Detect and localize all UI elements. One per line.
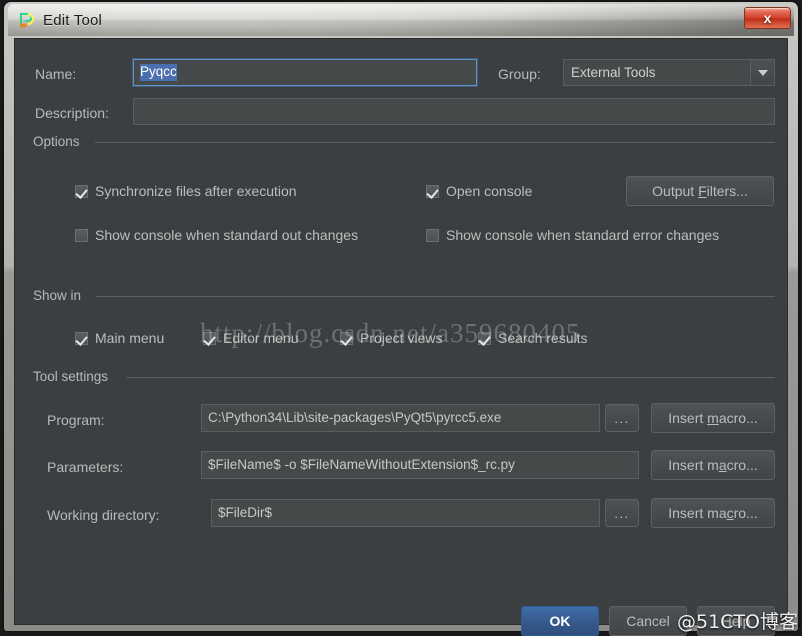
checkbox-search-results[interactable]: Search results: [478, 330, 587, 346]
working-directory-label: Working directory:: [47, 507, 160, 523]
checkbox-editor-menu[interactable]: Editor menu: [203, 330, 298, 346]
output-filters-button[interactable]: Output Filters...: [626, 176, 774, 206]
group-select-value: External Tools: [564, 65, 750, 80]
options-group-separator: Options: [33, 134, 775, 150]
checkbox-label: Project views: [360, 330, 442, 346]
close-icon: x: [764, 11, 772, 25]
name-label: Name:: [35, 66, 76, 82]
name-input[interactable]: Pyqcc: [133, 59, 477, 86]
help-button[interactable]: Help: [697, 606, 775, 636]
checkbox-label: Show console when standard error changes: [446, 227, 719, 243]
ok-label: OK: [550, 613, 571, 629]
dialog-window: Edit Tool x Name: Pyqcc Group: External …: [4, 2, 798, 631]
checkbox-main-menu[interactable]: Main menu: [75, 330, 164, 346]
ok-button[interactable]: OK: [521, 606, 599, 636]
checkbox-box: [75, 332, 88, 345]
window-title: Edit Tool: [43, 12, 102, 29]
checkbox-project-views[interactable]: Project views: [340, 330, 442, 346]
ellipsis-icon: ...: [614, 506, 629, 521]
parameters-insert-macro-button[interactable]: Insert macro...: [651, 450, 775, 480]
checkbox-label: Main menu: [95, 330, 164, 346]
parameters-input-value: $FileName$ -o $FileNameWithoutExtension$…: [208, 458, 515, 472]
mnemonic-c: c: [727, 505, 734, 521]
working-directory-browse-button[interactable]: ...: [605, 499, 639, 527]
parameters-input[interactable]: $FileName$ -o $FileNameWithoutExtension$…: [201, 451, 639, 479]
checkbox-label: Open console: [446, 183, 532, 199]
divider: [96, 296, 775, 297]
program-insert-macro-button[interactable]: Insert macro...: [651, 403, 775, 433]
group-label: Group:: [498, 66, 541, 82]
chevron-down-icon[interactable]: [750, 60, 774, 85]
options-group-title: Options: [33, 134, 87, 149]
ellipsis-icon: ...: [614, 411, 629, 426]
checkbox-box: [478, 332, 491, 345]
tool-settings-group-separator: Tool settings: [33, 369, 775, 385]
checkbox-box: [75, 229, 88, 242]
insert-macro-label: Insert macro...: [668, 505, 757, 521]
working-directory-input[interactable]: $FileDir$: [211, 499, 600, 527]
tool-settings-group-title: Tool settings: [33, 369, 115, 384]
divider: [95, 142, 775, 143]
checkbox-open-console[interactable]: Open console: [426, 183, 532, 199]
title-bar: Edit Tool x: [8, 4, 794, 36]
show-in-group-title: Show in: [33, 288, 88, 303]
working-directory-input-value: $FileDir$: [218, 506, 272, 520]
checkbox-show-console-stderr[interactable]: Show console when standard error changes: [426, 227, 719, 243]
program-browse-button[interactable]: ...: [605, 404, 639, 432]
divider: [126, 377, 775, 378]
mnemonic-m: m: [707, 410, 719, 426]
working-directory-insert-macro-button[interactable]: Insert macro...: [651, 498, 775, 528]
checkbox-label: Search results: [498, 330, 587, 346]
show-in-group-separator: Show in: [33, 288, 775, 304]
checkbox-show-console-stdout[interactable]: Show console when standard out changes: [75, 227, 358, 243]
close-button[interactable]: x: [744, 7, 791, 29]
checkbox-box: [426, 185, 439, 198]
insert-macro-label: Insert macro...: [668, 410, 757, 426]
dialog-body: Name: Pyqcc Group: External Tools Descri…: [14, 38, 788, 625]
cancel-button[interactable]: Cancel: [609, 606, 687, 636]
mnemonic-a: a: [719, 457, 727, 473]
checkbox-box: [340, 332, 353, 345]
program-input-value: C:\Python34\Lib\site-packages\PyQt5\pyrc…: [208, 411, 501, 425]
name-input-value: Pyqcc: [140, 64, 177, 81]
group-select[interactable]: External Tools: [563, 59, 775, 86]
mnemonic-f: F: [698, 183, 707, 199]
program-input[interactable]: C:\Python34\Lib\site-packages\PyQt5\pyrc…: [201, 404, 600, 432]
checkbox-sync-files[interactable]: Synchronize files after execution: [75, 183, 297, 199]
description-label: Description:: [35, 105, 109, 121]
program-label: Program:: [47, 412, 105, 428]
cancel-label: Cancel: [626, 613, 670, 629]
parameters-label: Parameters:: [47, 459, 123, 475]
checkbox-label: Synchronize files after execution: [95, 183, 297, 199]
checkbox-box: [203, 332, 216, 345]
help-label: Help: [722, 613, 751, 629]
checkbox-label: Editor menu: [223, 330, 298, 346]
description-input[interactable]: [133, 98, 775, 125]
checkbox-box: [426, 229, 439, 242]
insert-macro-label: Insert macro...: [668, 457, 758, 473]
checkbox-label: Show console when standard out changes: [95, 227, 358, 243]
pycharm-icon: [18, 11, 36, 29]
checkbox-box: [75, 185, 88, 198]
output-filters-label: Output Filters...: [652, 183, 748, 199]
